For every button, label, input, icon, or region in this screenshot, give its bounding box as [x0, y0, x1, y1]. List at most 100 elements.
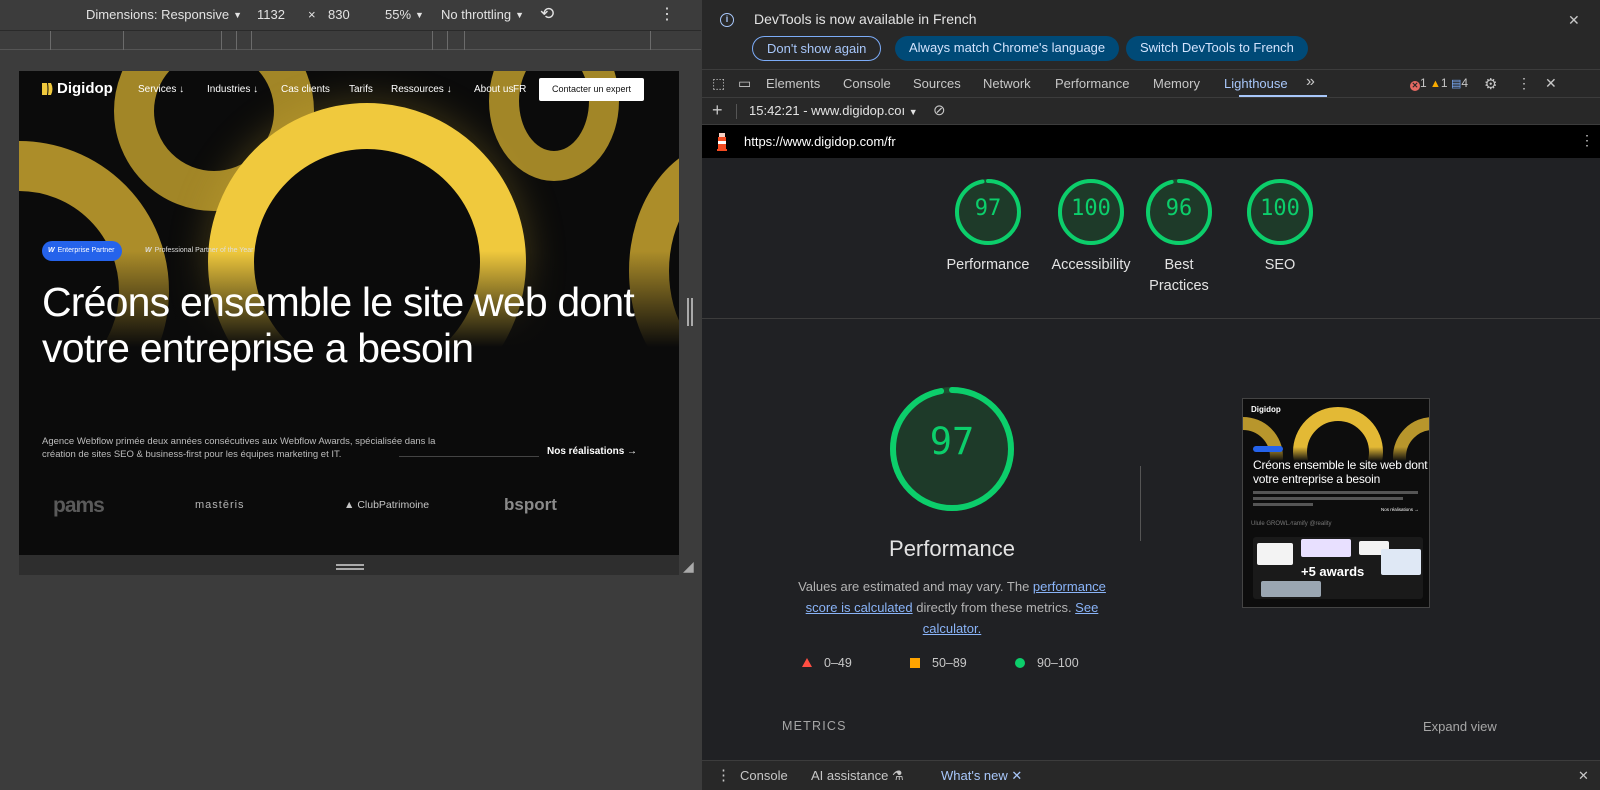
gauge-seo[interactable]: 100 SEO [1244, 178, 1316, 276]
drawer-tab-whats-new[interactable]: What's new ✕ [941, 768, 1022, 784]
nav-cas-clients[interactable]: Cas clients [281, 84, 330, 95]
devtools-panel: i DevTools is now available in French ✕ … [701, 0, 1600, 790]
error-icon: ✕ [1410, 81, 1420, 91]
throttling-dropdown[interactable]: No throttling ▼ [441, 7, 524, 22]
more-options-icon[interactable]: ⋮ [659, 4, 675, 24]
tab-performance[interactable]: Performance [1055, 76, 1129, 91]
emulated-viewport[interactable]: Digidop Services ↓ Industries ↓ Cas clie… [19, 71, 679, 555]
resize-handle-bottom[interactable] [336, 564, 364, 570]
nav-about[interactable]: About us [474, 84, 513, 95]
final-screenshot-thumbnail[interactable]: Digidop Créons ensemble le site web dont… [1242, 398, 1430, 608]
clear-icon[interactable]: ⊘ [933, 101, 946, 119]
plus-icon[interactable]: + [712, 100, 723, 121]
media-query-ruler[interactable] [0, 30, 701, 50]
always-match-language-button[interactable]: Always match Chrome's language [895, 36, 1120, 61]
height-input[interactable]: 830 [328, 7, 350, 22]
close-icon[interactable]: ✕ [1545, 75, 1557, 92]
hero-title: Créons ensemble le site web dont votre e… [42, 279, 635, 371]
gauge-label: Best Practices [1149, 257, 1209, 294]
desc-text: Values are estimated and may vary. The [798, 579, 1033, 594]
text-line [1253, 503, 1313, 506]
nav-industries[interactable]: Industries ↓ [207, 84, 258, 95]
nav-ressources[interactable]: Ressources ↓ [391, 84, 452, 95]
chevron-down-icon: ↓ [179, 84, 185, 95]
flask-icon: ⚗ [891, 768, 904, 783]
tab-memory[interactable]: Memory [1153, 76, 1200, 91]
gauge-label: SEO [1264, 257, 1296, 273]
nos-realisations-link[interactable]: Nos réalisations → [547, 446, 637, 457]
performance-score: 97 [929, 420, 975, 463]
client-logo-clubpatrimoine: ▲ ClubPatrimoine [344, 499, 429, 511]
more-tabs-icon[interactable]: » [1306, 73, 1315, 91]
nav-tarifs[interactable]: Tarifs [349, 84, 373, 95]
gauge-accessibility[interactable]: 100 Accessibility [1033, 178, 1149, 276]
tab-elements[interactable]: Elements [766, 76, 820, 91]
chevron-down-icon: ▼ [515, 10, 525, 20]
rotate-icon[interactable]: ⟲ [540, 4, 554, 24]
gear-icon[interactable]: ⚙ [1484, 75, 1497, 93]
gauge-score: 97 [974, 196, 1002, 221]
tab-network[interactable]: Network [983, 76, 1031, 91]
drawer-tab-label: What's new [941, 768, 1008, 783]
tab-console[interactable]: Console [843, 76, 891, 91]
ruler-tick [464, 31, 465, 50]
drawer-tab-console[interactable]: Console [740, 768, 788, 783]
client-logo-bsport: bsport [504, 495, 557, 514]
zoom-dropdown[interactable]: 55% ▼ [385, 7, 424, 22]
chevron-down-icon: ▼ [233, 10, 242, 20]
gauge-label: Performance [946, 257, 1030, 273]
hero-description: Agence Webflow primée deux années conséc… [42, 436, 436, 460]
report-select[interactable]: 15:42:21 - www.digidop.coı ▼ [749, 103, 918, 118]
device-toggle-icon[interactable]: ▭ [738, 75, 751, 92]
switch-to-french-button[interactable]: Switch DevTools to French [1126, 36, 1308, 61]
report-url-bar: https://www.digidop.com/fr ⋮ [702, 125, 1600, 158]
tab-sources[interactable]: Sources [913, 76, 961, 91]
expand-view-toggle[interactable]: Expand view [1423, 719, 1497, 734]
throttling-label: No throttling [441, 7, 512, 22]
nav-label: Services [138, 84, 177, 95]
legend-label: 50–89 [932, 656, 967, 670]
resize-handle-right[interactable] [687, 298, 693, 326]
text-line [1253, 497, 1403, 500]
gauge-score: 96 [1165, 196, 1193, 221]
gauge-best-practices[interactable]: 96 Best Practices [1143, 178, 1215, 297]
resize-corner-icon[interactable]: ◢ [683, 558, 694, 575]
thumb-logo: Digidop [1251, 405, 1281, 414]
width-input[interactable]: 1132 [257, 7, 285, 22]
digidop-logo-icon [42, 83, 53, 95]
gauge-score: 100 [1071, 196, 1111, 221]
nav-services[interactable]: Services ↓ [138, 84, 184, 95]
drawer-tab-label: AI assistance [811, 768, 889, 783]
ruler-tick [251, 31, 252, 50]
close-icon[interactable]: ✕ [1568, 12, 1580, 29]
more-options-icon[interactable]: ⋮ [1580, 132, 1594, 149]
more-options-icon[interactable]: ⋮ [716, 766, 731, 784]
divider [736, 104, 737, 119]
inspect-element-icon[interactable]: ⬚ [712, 75, 725, 92]
message-count: 4 [1461, 76, 1469, 90]
nav-lang[interactable]: FR [513, 84, 526, 95]
drawer-tab-ai-assistance[interactable]: AI assistance ⚗ [811, 768, 904, 784]
nav-label: Industries [207, 84, 251, 95]
chevron-down-icon: ↓ [253, 84, 259, 95]
close-icon[interactable]: ✕ [1011, 768, 1022, 783]
devtools-tabbar: ⬚ ▭ Elements Console Sources Network Per… [702, 70, 1600, 98]
issues-counter[interactable]: ✕ 1 ▲1 ▤4 [1410, 76, 1468, 91]
language-infobar: i DevTools is now available in French ✕ … [702, 0, 1600, 70]
dont-show-again-button[interactable]: Don't show again [752, 36, 882, 61]
thumb-title: Créons ensemble le site web dont votre e… [1253, 458, 1428, 486]
report-url: https://www.digidop.com/fr [744, 134, 896, 149]
chevron-down-icon: ▼ [415, 10, 424, 20]
dimensions-dropdown[interactable]: Dimensions: Responsive ▼ [86, 7, 242, 22]
site-logo-text[interactable]: Digidop [57, 80, 113, 97]
close-icon[interactable]: ✕ [1578, 768, 1589, 784]
contact-expert-button[interactable]: Contacter un expert [539, 78, 644, 101]
divider [702, 318, 1600, 319]
more-options-icon[interactable]: ⋮ [1517, 75, 1531, 92]
thumb-client-logos: Ulule GROWL ∕ramify @reality [1251, 521, 1332, 527]
lighthouse-report: 97 Performance 100 Accessibility 96 Best… [702, 158, 1600, 760]
dimensions-label: Dimensions: Responsive [86, 7, 230, 22]
thumb-link: Nos réalisations → [1381, 507, 1419, 512]
tab-lighthouse[interactable]: Lighthouse [1224, 76, 1288, 91]
gauge-performance[interactable]: 97 Performance [934, 178, 1042, 276]
